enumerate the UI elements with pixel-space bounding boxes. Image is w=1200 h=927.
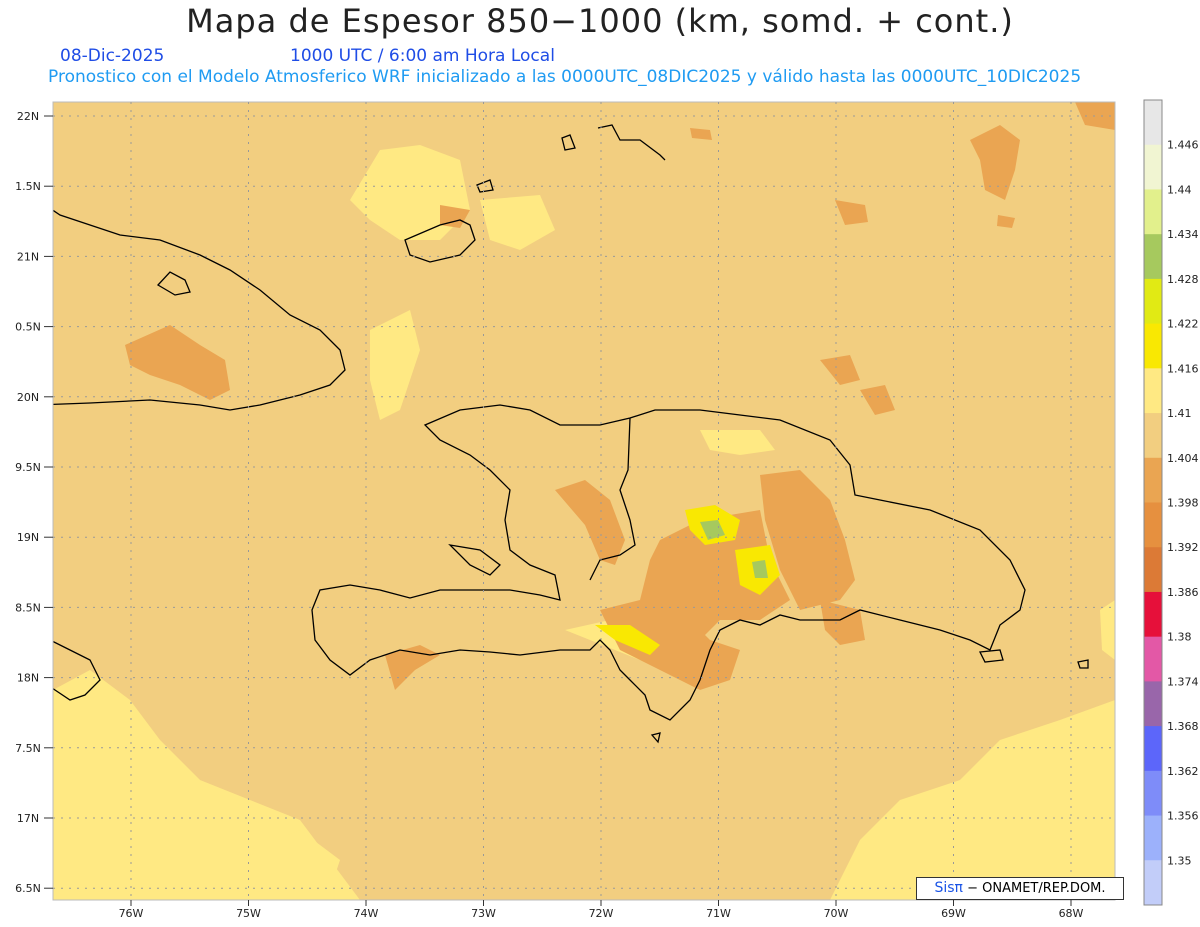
lon-label: 68W: [1059, 907, 1084, 920]
longitude-labels: 76W 75W 74W 73W 72W 71W 70W 69W 68W: [119, 900, 1084, 920]
legend-label: 1.392: [1167, 541, 1199, 554]
lon-label: 71W: [706, 907, 731, 920]
legend-swatch: [1144, 815, 1162, 861]
lat-label: 18N: [17, 672, 39, 685]
legend-swatch: [1144, 234, 1162, 280]
color-legend: 1.446 1.44 1.434 1.428 1.422 1.416 1.41 1.404 1.…: [1143, 99, 1199, 906]
legend-label: 1.434: [1167, 228, 1199, 241]
lon-label: 73W: [471, 907, 496, 920]
legend-label: 1.368: [1167, 720, 1199, 733]
legend-swatch: [1144, 278, 1162, 325]
lon-label: 70W: [824, 907, 849, 920]
lon-label: 69W: [941, 907, 966, 920]
credit-brand: Sisπ: [934, 880, 963, 896]
legend-swatch: [1144, 726, 1162, 772]
lon-label: 72W: [589, 907, 614, 920]
legend-swatch: [1144, 457, 1162, 503]
legend-label: 1.446: [1167, 139, 1199, 152]
legend-swatch: [1144, 547, 1162, 593]
legend-label: 1.386: [1167, 586, 1199, 599]
thickness-field: [53, 102, 1115, 900]
lat-label: 8.5N: [15, 601, 41, 614]
legend-swatch: [1144, 770, 1162, 817]
legend-label: 1.374: [1167, 675, 1199, 688]
lat-label: 9.5N: [15, 461, 41, 474]
legend-swatch: [1144, 100, 1162, 146]
thickness-map: 22N 1.5N 21N 0.5N 20N 9.5N 19N 8.5N 18N 7.5N 17N 6.…: [15, 99, 1199, 920]
lat-label: 0.5N: [15, 321, 41, 334]
lat-label: 21N: [17, 250, 39, 263]
credit-text: − ONAMET/REP.DOM.: [967, 881, 1106, 896]
legend-label: 1.38: [1167, 631, 1192, 644]
legend-label: 1.362: [1167, 765, 1199, 778]
lat-label: 20N: [17, 391, 39, 404]
legend-swatch: [1144, 502, 1162, 548]
legend-swatch: [1144, 189, 1162, 235]
lon-label: 74W: [354, 907, 379, 920]
legend-swatch: [1144, 591, 1162, 638]
legend-swatch: [1144, 860, 1162, 906]
legend-label: 1.35: [1167, 854, 1192, 867]
legend-swatch: [1144, 636, 1162, 682]
legend-swatch: [1144, 368, 1162, 414]
lat-label: 7.5N: [15, 742, 41, 755]
legend-swatch: [1144, 144, 1162, 190]
legend-swatch: [1144, 681, 1162, 727]
legend-label: 1.44: [1167, 183, 1192, 196]
legend-label: 1.428: [1167, 273, 1199, 286]
lat-label: 17N: [17, 812, 39, 825]
legend-label: 1.356: [1167, 810, 1199, 823]
lat-label: 1.5N: [15, 180, 41, 193]
lat-label: 22N: [17, 110, 39, 123]
lon-label: 76W: [119, 907, 144, 920]
legend-label: 1.404: [1167, 452, 1199, 465]
latitude-labels: 22N 1.5N 21N 0.5N 20N 9.5N 19N 8.5N 18N 7.5N 17N 6.…: [15, 110, 53, 895]
legend-label: 1.41: [1167, 407, 1192, 420]
legend-swatch: [1144, 323, 1162, 369]
credit-box: Sisπ − ONAMET/REP.DOM.: [916, 877, 1124, 900]
legend-label: 1.398: [1167, 497, 1199, 510]
lat-label: 6.5N: [15, 882, 41, 895]
lon-label: 75W: [236, 907, 261, 920]
legend-label: 1.422: [1167, 318, 1199, 331]
lat-label: 19N: [17, 531, 39, 544]
legend-label: 1.416: [1167, 362, 1199, 375]
legend-swatch: [1144, 413, 1162, 459]
